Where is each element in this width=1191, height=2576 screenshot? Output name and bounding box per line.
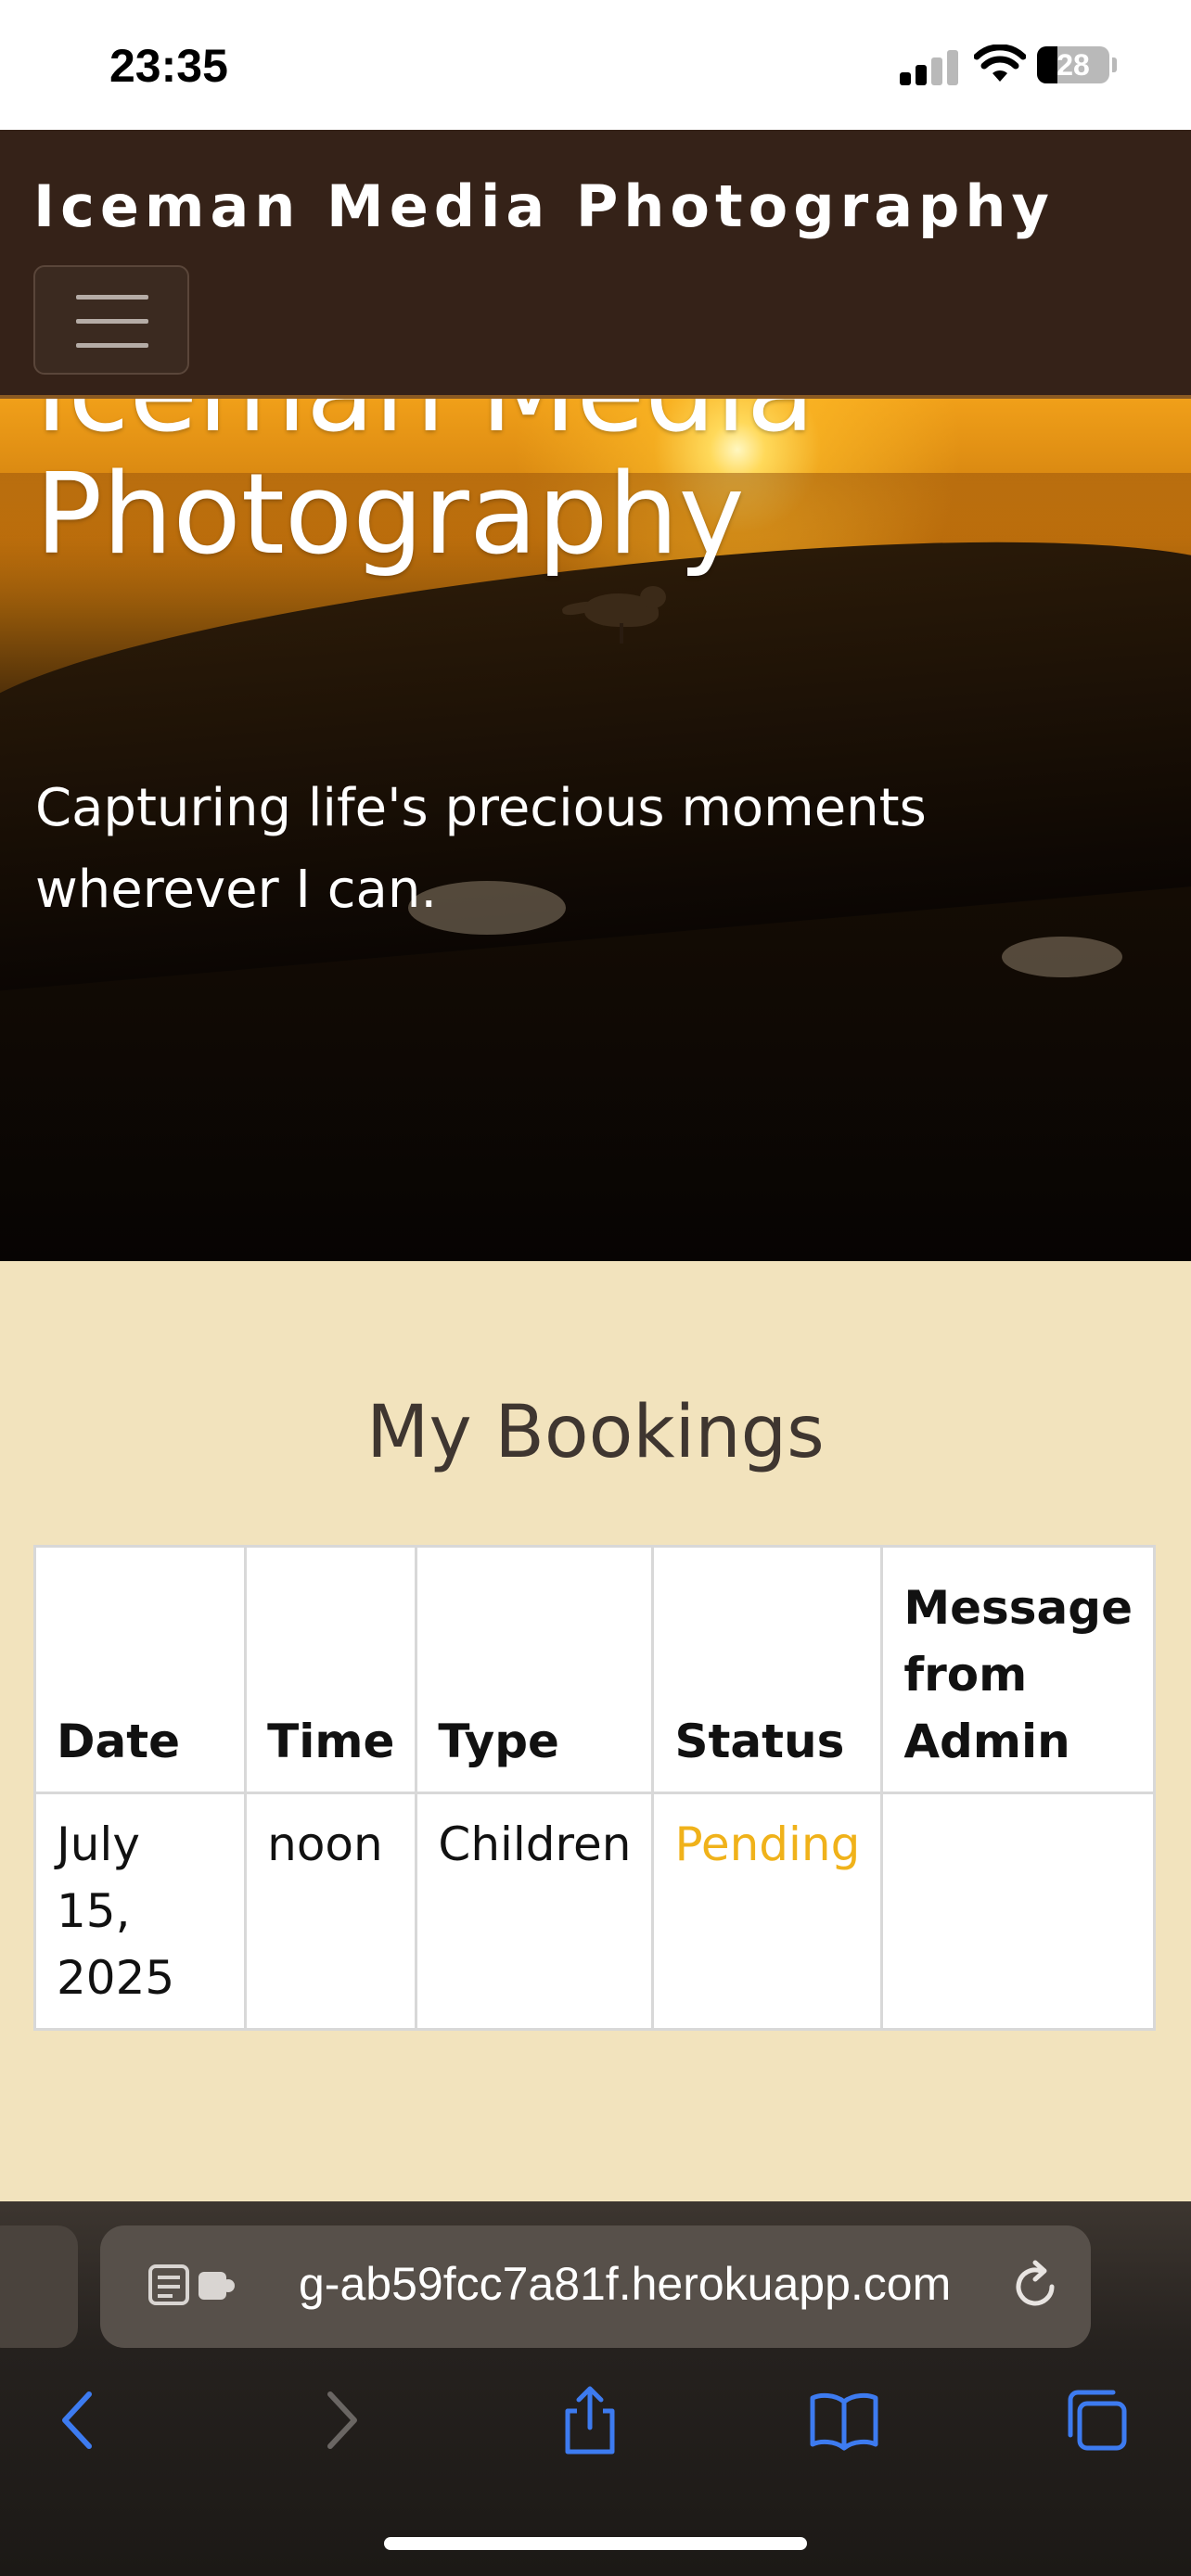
hero-subtitle: Capturing life's precious moments wherev… <box>35 778 927 920</box>
hero-rock <box>1002 937 1122 977</box>
hamburger-menu-icon <box>76 295 148 300</box>
battery-icon: 28 <box>1037 46 1109 83</box>
wifi-icon <box>974 45 1026 82</box>
status-bar: 23:35 28 <box>0 0 1191 130</box>
cell-date: July 15, 2025 <box>32 1792 248 2031</box>
table-row: July 15, 2025 noon Children Pending <box>32 1792 1156 2031</box>
address-bar[interactable]: g-ab59fcc7a81f.herokuapp.com <box>100 2225 1091 2348</box>
bookings-table: Date Time Type Status Message from Admin… <box>32 1545 1156 2031</box>
home-indicator[interactable] <box>384 2537 807 2550</box>
hamburger-menu-icon <box>76 319 148 324</box>
cell-type: Children <box>415 1792 655 2031</box>
page-title: My Bookings <box>366 1391 825 1474</box>
hamburger-menu-icon <box>76 343 148 348</box>
cell-status: Pending <box>651 1792 884 2031</box>
reload-icon[interactable] <box>1007 2259 1063 2315</box>
navbar-toggler-button[interactable] <box>33 265 189 375</box>
previous-tab[interactable] <box>0 2225 78 2348</box>
column-header-type: Type <box>415 1545 655 1794</box>
status-time: 23:35 <box>109 40 228 92</box>
bird-head <box>640 586 666 608</box>
back-icon[interactable] <box>43 2383 117 2457</box>
forward-icon[interactable] <box>302 2383 377 2457</box>
cell-time: noon <box>244 1792 418 2031</box>
cell-message <box>880 1792 1156 2031</box>
hero-title: Iceman Media Photography <box>35 332 1148 580</box>
bookmarks-icon[interactable] <box>807 2383 881 2457</box>
column-header-time: Time <box>244 1545 418 1794</box>
column-header-message: Message from Admin <box>880 1545 1156 1794</box>
browser-toolbar: g-ab59fcc7a81f.herokuapp.com <box>0 2201 1191 2576</box>
navbar: Iceman Media Photography <box>0 130 1191 399</box>
signal-icon <box>900 48 959 85</box>
share-icon[interactable] <box>553 2383 627 2457</box>
column-header-status: Status <box>651 1545 884 1794</box>
battery-tip <box>1112 57 1117 72</box>
column-header-date: Date <box>32 1545 248 1794</box>
table-header-row: Date Time Type Status Message from Admin <box>32 1545 1156 1794</box>
tabs-icon[interactable] <box>1059 2383 1133 2457</box>
battery-level: 28 <box>1057 48 1090 82</box>
hero-title-line2: Photography <box>35 451 745 580</box>
reader-mode-icon[interactable] <box>148 2263 237 2311</box>
bird-leg <box>620 623 623 644</box>
url-text[interactable]: g-ab59fcc7a81f.herokuapp.com <box>299 2257 1096 2311</box>
brand-link[interactable]: Iceman Media Photography <box>33 172 1055 240</box>
